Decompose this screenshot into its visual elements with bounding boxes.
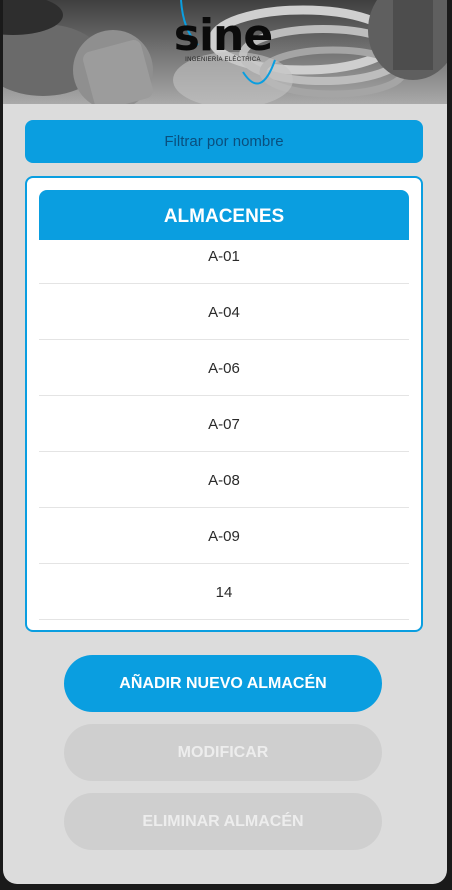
add-warehouse-button[interactable]: AÑADIR NUEVO ALMACÉN <box>64 655 382 712</box>
list-item[interactable]: A-07 <box>39 396 409 452</box>
warehouse-list: A-01 A-04 A-06 A-07 A-08 A-09 14 <box>39 224 409 620</box>
logo-subtitle: INGENIERÍA ELÉCTRICA <box>185 57 261 63</box>
warehouse-list-card: ALMACENES A-01 A-04 A-06 A-07 A-08 A-09 … <box>25 176 423 632</box>
list-item[interactable]: A-09 <box>39 508 409 564</box>
list-item[interactable]: A-01 <box>39 224 409 284</box>
list-item[interactable]: 14 <box>39 564 409 620</box>
modify-button[interactable]: MODIFICAR <box>64 724 382 781</box>
delete-warehouse-button[interactable]: ELIMINAR ALMACÉN <box>64 793 382 850</box>
list-item[interactable]: A-04 <box>39 284 409 340</box>
header-banner: sine INGENIERÍA ELÉCTRICA <box>3 0 447 104</box>
list-item[interactable]: A-06 <box>39 340 409 396</box>
filter-by-name-input[interactable]: Filtrar por nombre <box>25 120 423 163</box>
app-screen: sine INGENIERÍA ELÉCTRICA Filtrar por no… <box>3 0 447 884</box>
list-item[interactable]: A-08 <box>39 452 409 508</box>
logo-wordmark: sine <box>173 10 273 61</box>
company-logo: sine INGENIERÍA ELÉCTRICA <box>168 0 278 104</box>
